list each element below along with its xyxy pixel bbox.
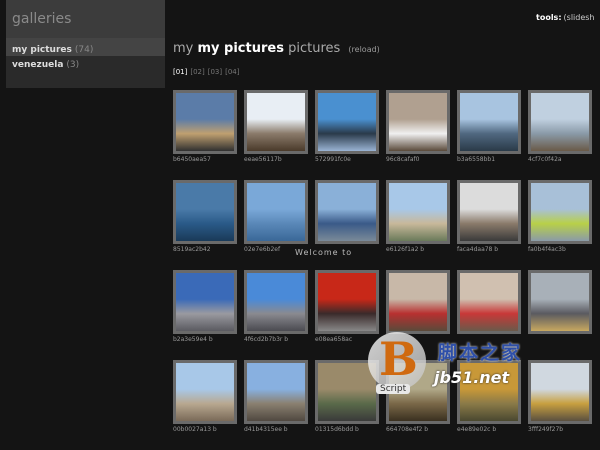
thumbnail-image[interactable] bbox=[386, 180, 450, 244]
thumbnail-image[interactable] bbox=[457, 90, 521, 154]
gallery-thumbnail[interactable]: 572991fc0e bbox=[315, 90, 379, 166]
thumbnail-caption: 00b0027a13 b bbox=[173, 426, 217, 433]
thumbnail-image[interactable] bbox=[244, 90, 308, 154]
page-link-02[interactable]: [02] bbox=[190, 68, 204, 76]
tools-bar: tools: (slidesh bbox=[536, 13, 595, 22]
page-title: my my pictures pictures (reload) bbox=[173, 41, 380, 56]
watermark-url: jb51.net bbox=[434, 368, 510, 387]
gallery-thumbnail[interactable]: d41b4315ee b bbox=[244, 360, 308, 436]
gallery-thumbnail[interactable]: e6126f1a2 b bbox=[386, 180, 450, 256]
galleries-header: galleries bbox=[6, 0, 165, 38]
page-title-prefix: my bbox=[173, 41, 194, 56]
thumbnail-caption: e4e89e02c b bbox=[457, 426, 497, 433]
thumbnail-image[interactable] bbox=[173, 270, 237, 334]
thumbnail-caption: 8519ac2b42 bbox=[173, 246, 211, 253]
thumbnail-image[interactable] bbox=[173, 90, 237, 154]
thumbnail-image[interactable] bbox=[528, 90, 592, 154]
thumbnail-caption: 96c8cafaf0 bbox=[386, 156, 420, 163]
gallery-thumbnail[interactable]: 8519ac2b42 bbox=[173, 180, 237, 256]
thumbnail-caption: eeae56117b bbox=[244, 156, 282, 163]
sidebar-item-label: venezuela bbox=[12, 60, 64, 70]
gallery-thumbnail[interactable]: eeae56117b bbox=[244, 90, 308, 166]
thumbnail-caption: e6126f1a2 b bbox=[386, 246, 425, 253]
gallery-thumbnail[interactable]: 02e7e6b2ef bbox=[244, 180, 308, 256]
thumbnail-image[interactable] bbox=[457, 180, 521, 244]
slideshow-link[interactable]: (slidesh bbox=[564, 13, 595, 22]
thumbnail-image[interactable] bbox=[244, 270, 308, 334]
galleries-panel: galleries my pictures (74) venezuela (3) bbox=[6, 0, 165, 88]
thumbnail-caption: b2a3e59e4 b bbox=[173, 336, 213, 343]
watermark-site-name: 脚本之家 bbox=[438, 342, 523, 364]
thumbnail-caption: 572991fc0e bbox=[315, 156, 351, 163]
thumbnail-image[interactable] bbox=[528, 270, 592, 334]
thumbnail-caption: b3a6558bb1 bbox=[457, 156, 496, 163]
thumbnail-caption: 3fff249f27b bbox=[528, 426, 564, 433]
gallery-thumbnail[interactable]: b6450aea57 bbox=[173, 90, 237, 166]
page-title-gallery: my pictures bbox=[197, 41, 284, 56]
watermark: B Script 脚本之家 jb51.net bbox=[368, 332, 583, 402]
thumbnail-image[interactable] bbox=[315, 180, 379, 244]
gallery-thumbnail[interactable] bbox=[315, 180, 379, 256]
thumbnail-image[interactable] bbox=[315, 270, 379, 334]
gallery-thumbnail[interactable]: b2a3e59e4 b bbox=[173, 270, 237, 346]
thumbnail-caption: fa0b4f4ac3b bbox=[528, 246, 566, 253]
overlay-text: Welcome to bbox=[295, 248, 353, 257]
thumbnail-caption: 01315d6bdd b bbox=[315, 426, 359, 433]
thumbnail-caption: 4f6cd2b7b3r b bbox=[244, 336, 289, 343]
thumbnail-image[interactable] bbox=[386, 90, 450, 154]
tools-label: tools: bbox=[536, 13, 562, 22]
thumbnail-image[interactable] bbox=[173, 180, 237, 244]
thumbnail-caption: b6450aea57 bbox=[173, 156, 211, 163]
thumbnail-image[interactable] bbox=[386, 270, 450, 334]
thumbnail-image[interactable] bbox=[315, 90, 379, 154]
page-link-03[interactable]: [03] bbox=[208, 68, 222, 76]
pagination: [01] [02] [03] [04] bbox=[173, 68, 243, 76]
gallery-thumbnail[interactable]: fa0b4f4ac3b bbox=[528, 180, 592, 256]
page-title-suffix: pictures bbox=[288, 41, 341, 56]
thumbnail-image[interactable] bbox=[173, 360, 237, 424]
thumbnail-caption: 4cf7c0f42a bbox=[528, 156, 562, 163]
sidebar-item-my-pictures[interactable]: my pictures (74) bbox=[6, 38, 165, 56]
page-link-04[interactable]: [04] bbox=[225, 68, 239, 76]
thumbnail-caption: 664708e4f2 b bbox=[386, 426, 429, 433]
sidebar-item-count: (3) bbox=[66, 60, 80, 70]
gallery-thumbnail[interactable]: 96c8cafaf0 bbox=[386, 90, 450, 166]
thumbnail-image[interactable] bbox=[528, 180, 592, 244]
gallery-thumbnail[interactable]: 00b0027a13 b bbox=[173, 360, 237, 436]
watermark-script-label: Script bbox=[376, 384, 411, 394]
sidebar-item-venezuela[interactable]: venezuela (3) bbox=[6, 58, 165, 72]
sidebar-item-count: (74) bbox=[74, 45, 94, 55]
watermark-logo-letter: B bbox=[379, 332, 418, 386]
gallery-thumbnail[interactable]: 4cf7c0f42a bbox=[528, 90, 592, 166]
gallery-thumbnail[interactable]: faca4daa78 b bbox=[457, 180, 521, 256]
thumbnail-caption: d41b4315ee b bbox=[244, 426, 288, 433]
thumbnail-image[interactable] bbox=[457, 270, 521, 334]
gallery-thumbnail[interactable]: b3a6558bb1 bbox=[457, 90, 521, 166]
page-link-01[interactable]: [01] bbox=[173, 68, 187, 76]
sidebar-item-label: my pictures bbox=[12, 45, 72, 55]
gallery-thumbnail[interactable]: 4f6cd2b7b3r b bbox=[244, 270, 308, 346]
reload-link[interactable]: (reload) bbox=[348, 45, 379, 54]
thumbnail-image[interactable] bbox=[244, 180, 308, 244]
thumbnail-caption: faca4daa78 b bbox=[457, 246, 499, 253]
thumbnail-image[interactable] bbox=[244, 360, 308, 424]
